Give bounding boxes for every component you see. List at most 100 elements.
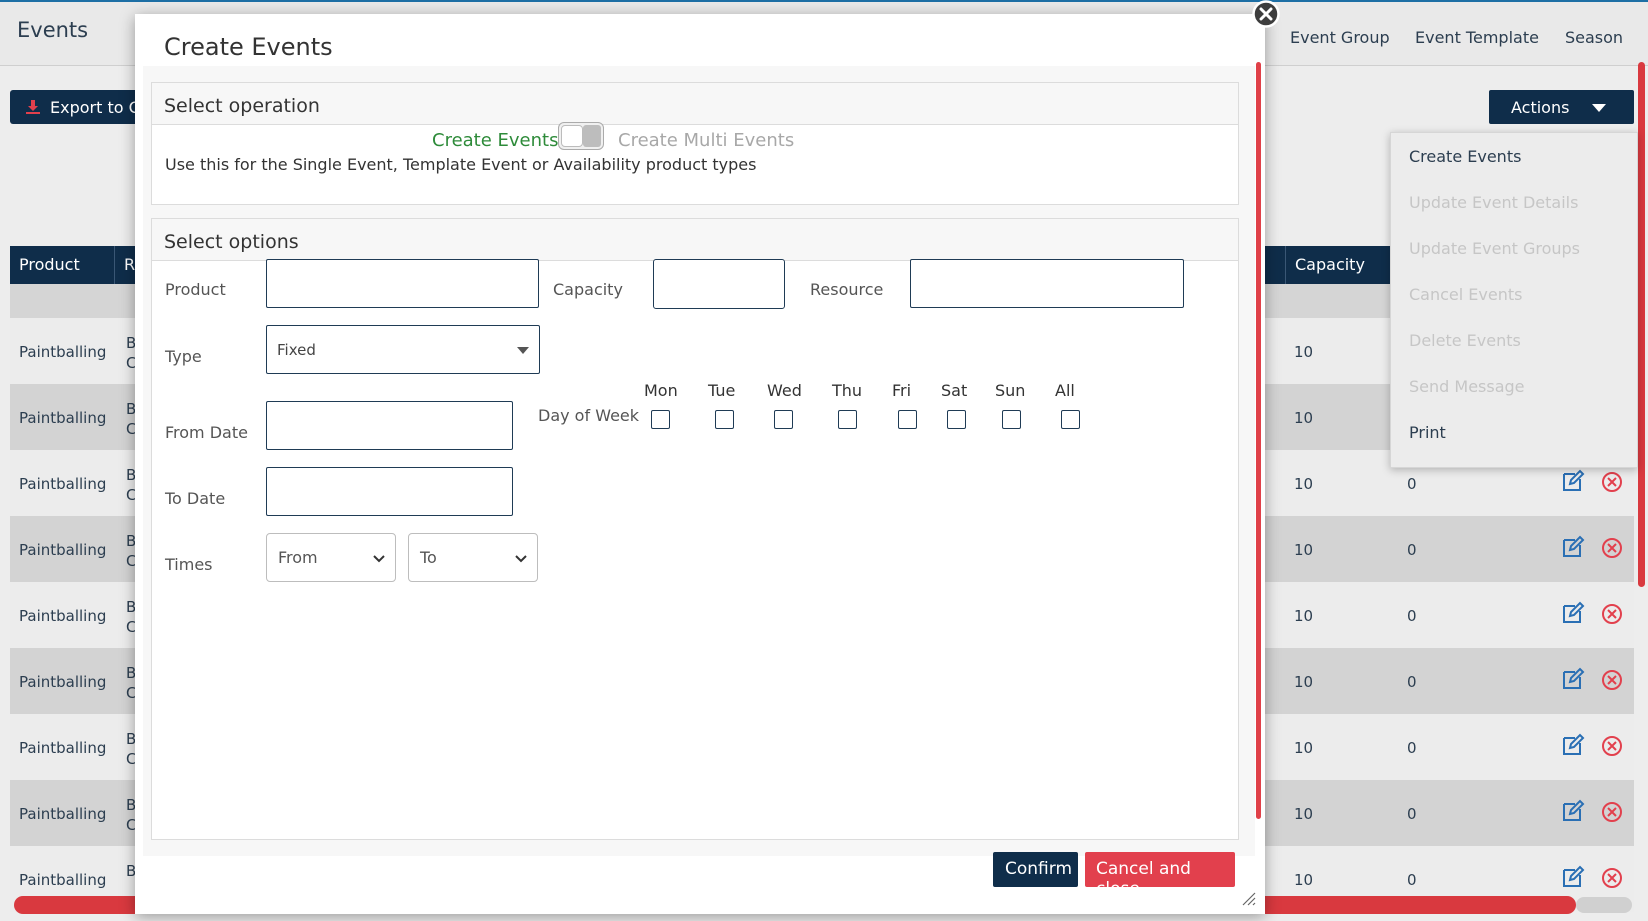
capacity-input[interactable] [653, 259, 785, 309]
times-from-select[interactable]: From [266, 533, 396, 582]
checkbox-tue[interactable] [715, 410, 734, 429]
edit-icon[interactable] [1561, 469, 1585, 493]
from-date-label: From Date [165, 423, 248, 442]
actions-button[interactable]: Actions [1489, 90, 1634, 124]
capacity-cell: 10 [1294, 409, 1314, 427]
checkbox-all[interactable] [1061, 410, 1080, 429]
day-label-sat: Sat [941, 381, 968, 400]
product-cell: Paintballing [19, 409, 107, 427]
capacity-cell: 10 [1294, 673, 1314, 691]
day-label-tue: Tue [708, 381, 736, 400]
actions-menu: Create Events Update Event Details Updat… [1390, 132, 1638, 468]
day-label-wed: Wed [767, 381, 802, 400]
delete-icon[interactable] [1601, 801, 1623, 823]
product-cell: Paintballing [19, 475, 107, 493]
day-label-sun: Sun [995, 381, 1026, 400]
op-create-multi-events-label[interactable]: Create Multi Events [618, 130, 794, 151]
capacity-label: Capacity [553, 280, 623, 299]
checkbox-sat[interactable] [947, 410, 966, 429]
modal-title: Create Events [164, 33, 333, 61]
close-icon[interactable] [1252, 0, 1280, 28]
type-select[interactable]: Fixed [266, 325, 540, 374]
product-cell: Paintballing [19, 607, 107, 625]
edit-icon[interactable] [1561, 733, 1585, 757]
product-input[interactable] [266, 259, 539, 308]
edit-icon[interactable] [1561, 865, 1585, 889]
checkbox-thu[interactable] [838, 410, 857, 429]
resource-label: Resource [810, 280, 884, 299]
product-cell: Paintballing [19, 673, 107, 691]
menu-item-cancel-events: Cancel Events [1409, 285, 1523, 304]
caret-down-icon [517, 347, 529, 354]
capacity-cell: 10 [1294, 475, 1314, 493]
menu-item-print[interactable]: Print [1409, 423, 1446, 442]
capacity-cell: 10 [1294, 871, 1314, 889]
times-to-select[interactable]: To [408, 533, 538, 582]
delete-icon[interactable] [1601, 603, 1623, 625]
times-to-value: To [420, 548, 437, 567]
cancel-and-close-button[interactable]: Cancel and close [1085, 852, 1235, 899]
op-create-events-label[interactable]: Create Events [432, 130, 558, 151]
capacity-cell: 10 [1294, 805, 1314, 823]
day-label-fri: Fri [892, 381, 912, 400]
nav-season[interactable]: Season [1565, 28, 1623, 47]
checkbox-wed[interactable] [774, 410, 793, 429]
header-product[interactable]: Product [10, 246, 115, 284]
nav-event-group[interactable]: Event Group [1290, 28, 1390, 47]
delete-icon[interactable] [1601, 471, 1623, 493]
type-value: Fixed [277, 341, 316, 359]
delete-icon[interactable] [1601, 537, 1623, 559]
delete-icon[interactable] [1601, 669, 1623, 691]
modal-scrollbar[interactable] [1256, 62, 1261, 819]
product-cell: Paintballing [19, 739, 107, 757]
nav-event-template[interactable]: Event Template [1415, 28, 1539, 47]
scrollbar-track [1576, 897, 1632, 913]
download-icon [26, 100, 40, 114]
page-title: Events [17, 18, 89, 42]
checkbox-fri[interactable] [898, 410, 917, 429]
type-label: Type [165, 347, 202, 366]
resize-handle-icon[interactable] [1240, 890, 1256, 906]
operation-section-title: Select operation [152, 83, 1238, 125]
checkbox-sun[interactable] [1002, 410, 1021, 429]
menu-item-update-event-groups: Update Event Groups [1409, 239, 1580, 258]
confirm-button[interactable]: Confirm [993, 852, 1078, 887]
booked-cell: 0 [1407, 871, 1417, 889]
edit-icon[interactable] [1561, 667, 1585, 691]
options-panel: Select options [151, 218, 1239, 840]
resource-input[interactable] [910, 259, 1184, 308]
from-date-input[interactable] [266, 401, 513, 450]
edit-icon[interactable] [1561, 601, 1585, 625]
menu-item-update-event-details: Update Event Details [1409, 193, 1579, 212]
vertical-scrollbar[interactable] [1638, 62, 1645, 587]
capacity-cell: 10 [1294, 541, 1314, 559]
booked-cell: 0 [1407, 673, 1417, 691]
booked-cell: 0 [1407, 475, 1417, 493]
export-csv-button[interactable]: Export to CS [10, 90, 150, 124]
product-cell: Paintballing [19, 343, 107, 361]
operation-toggle[interactable] [558, 122, 604, 150]
chevron-down-icon [373, 555, 385, 563]
delete-icon[interactable] [1601, 867, 1623, 889]
toggle-knob [561, 125, 583, 147]
options-section-title: Select options [152, 219, 1238, 261]
product-cell: Paintballing [19, 871, 107, 889]
menu-item-create-events[interactable]: Create Events [1409, 147, 1521, 166]
edit-icon[interactable] [1561, 799, 1585, 823]
edit-icon[interactable] [1561, 535, 1585, 559]
checkbox-mon[interactable] [651, 410, 670, 429]
to-date-label: To Date [165, 489, 226, 508]
delete-icon[interactable] [1601, 735, 1623, 757]
day-label-all: All [1055, 381, 1075, 400]
actions-label: Actions [1511, 98, 1570, 117]
menu-item-delete-events: Delete Events [1409, 331, 1521, 350]
to-date-input[interactable] [266, 467, 513, 516]
booked-cell: 0 [1407, 805, 1417, 823]
capacity-cell: 10 [1294, 343, 1314, 361]
header-capacity[interactable]: Capacity [1285, 246, 1395, 284]
product-cell: Paintballing [19, 805, 107, 823]
capacity-cell: 10 [1294, 739, 1314, 757]
booked-cell: 0 [1407, 739, 1417, 757]
capacity-cell: 10 [1294, 607, 1314, 625]
times-label: Times [165, 555, 213, 574]
